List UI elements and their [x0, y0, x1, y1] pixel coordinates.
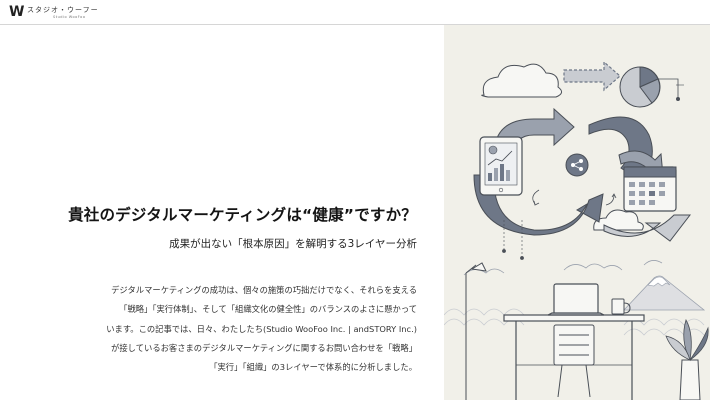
site-header: W スタジオ・ウーフー Studio WooFoo: [0, 0, 710, 25]
body-line: います。この記事では、日々、わたしたち(Studio WooFoo Inc. |…: [106, 323, 417, 334]
lamp-icon: [465, 262, 487, 400]
cycle-arrow: [532, 189, 617, 206]
chair-icon: [553, 324, 595, 398]
calendar-icon: [623, 166, 677, 212]
logo-mark[interactable]: W: [9, 4, 24, 20]
logo-text[interactable]: スタジオ・ウーフー: [27, 5, 99, 15]
cloud-icon: [593, 209, 644, 231]
hero-body: デジタルマーケティングの成功は、個々の施策の巧拙だけでなく、それらを支える 「戦…: [47, 281, 417, 377]
body-line: デジタルマーケティングの成功は、個々の施策の巧拙だけでなく、それらを支える: [111, 285, 417, 295]
tablet-chart-icon: [479, 136, 523, 196]
cloud-icon: [481, 63, 562, 98]
pie-chart-icon: [619, 66, 680, 108]
laptop-icon: [547, 283, 605, 316]
plant-icon: [665, 318, 709, 400]
dashed-arrow: [563, 60, 621, 92]
hero-title: 貴社のデジタルマーケティングは“健康”ですか？: [68, 206, 417, 224]
hero-illustration: [444, 25, 710, 400]
body-line: が接しているお客さまのデジタルマーケティングに関するお問い合わせを「戦略」: [111, 342, 417, 353]
body-line: 「実行」「組織」の3レイヤーで体系的に分析しました。: [209, 362, 417, 373]
illustration-svg: [444, 60, 709, 400]
share-icon: [565, 153, 589, 177]
logo-subtext: Studio WooFoo: [53, 15, 86, 19]
cloud-icon: [463, 260, 663, 276]
hero-subtitle: 成果が出ない「根本原因」を解明する3レイヤー分析: [169, 238, 417, 250]
body-line: 「戦略」「実行体制」、そして「組織文化の健全性」のバランスのよさに懸かって: [119, 304, 417, 315]
mountain-icon: [623, 275, 706, 311]
